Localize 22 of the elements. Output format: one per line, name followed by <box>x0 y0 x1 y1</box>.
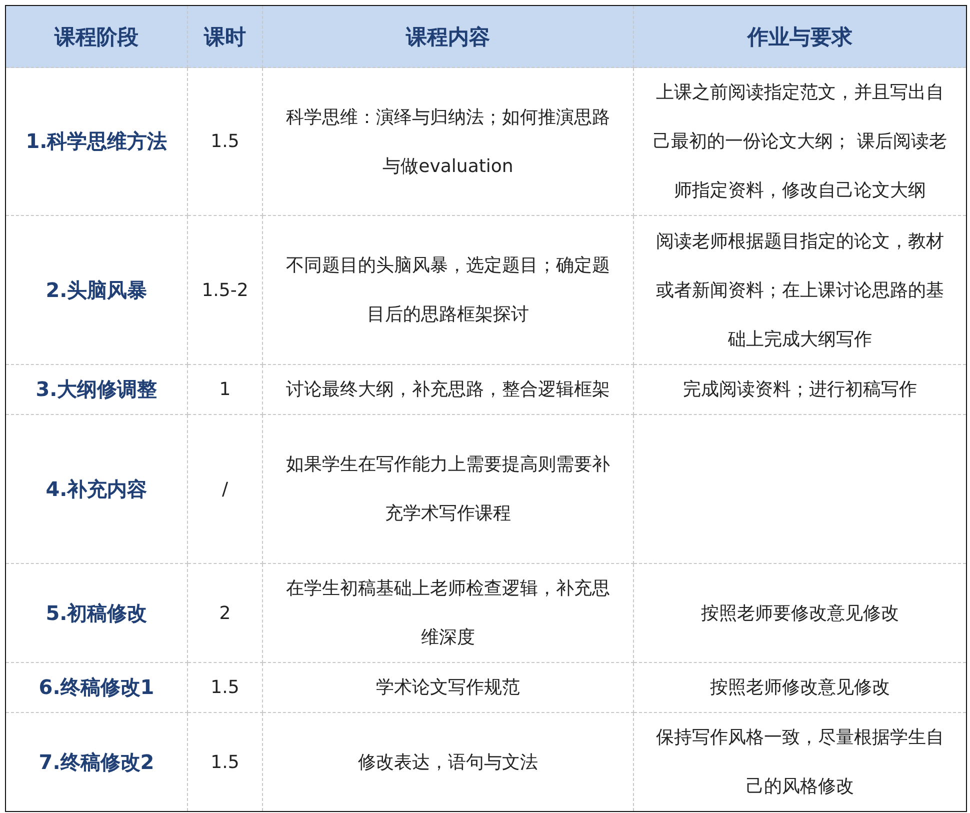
homework-header: 作业与要求 <box>634 6 966 68</box>
content-cell: 科学思维：演绎与归纳法；如何推演思路与做evaluation <box>262 68 634 216</box>
hours-cell: 1.5 <box>188 662 262 712</box>
stage-cell: 1.科学思维方法 <box>6 68 188 216</box>
hours-header: 课时 <box>188 6 262 68</box>
content-cell: 讨论最终大纲，补充思路，整合逻辑框架 <box>262 364 634 414</box>
hours-cell: 1 <box>188 364 262 414</box>
content-cell: 不同题目的头脑风暴，选定题目；确定题目后的思路框架探讨 <box>262 216 634 364</box>
hours-cell: 1.5-2 <box>188 216 262 364</box>
content-cell: 如果学生在写作能力上需要提高则需要补充学术写作课程 <box>262 414 634 564</box>
stage-header: 课程阶段 <box>6 6 188 68</box>
content-cell: 在学生初稿基础上老师检查逻辑，补充思维深度 <box>262 564 634 662</box>
content-header: 课程内容 <box>262 6 634 68</box>
stage-cell: 5.初稿修改 <box>6 564 188 662</box>
stage-cell: 4.补充内容 <box>6 414 188 564</box>
content-cell: 学术论文写作规范 <box>262 662 634 712</box>
hours-cell: 1.5 <box>188 68 262 216</box>
hours-cell: / <box>188 414 262 564</box>
stage-cell: 2.头脑风暴 <box>6 216 188 364</box>
stage-cell: 6.终稿修改1 <box>6 662 188 712</box>
hours-cell: 2 <box>188 564 262 662</box>
stage-cell: 3.大纲修调整 <box>6 364 188 414</box>
